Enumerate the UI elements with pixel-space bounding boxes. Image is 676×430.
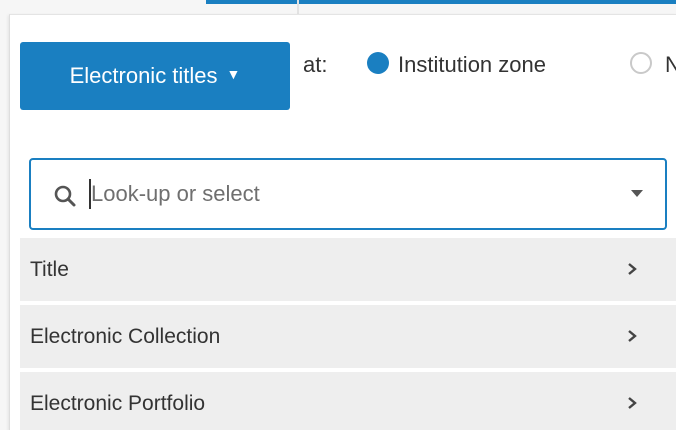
option-label: Electronic Collection — [30, 324, 221, 348]
option-label: Electronic Portfolio — [30, 391, 206, 415]
option-label: Title — [30, 257, 69, 281]
search-input[interactable] — [91, 174, 611, 214]
search-location-label: at: — [303, 52, 328, 77]
institution-zone-label[interactable]: Institution zone — [398, 52, 546, 78]
caret-down-icon: ▼ — [226, 66, 241, 82]
option-title[interactable]: Title — [20, 237, 676, 301]
option-electronic-collection[interactable]: Electronic Collection — [20, 304, 676, 368]
option-electronic-portfolio[interactable]: Electronic Portfolio — [20, 371, 676, 430]
chevron-right-icon — [628, 330, 637, 342]
search-field-select[interactable] — [29, 158, 667, 230]
search-field-options: Title Electronic Collection Electronic P… — [20, 237, 676, 430]
search-scope-dropdown-button[interactable]: Electronic titles ▼ — [20, 42, 290, 110]
chevron-right-icon — [628, 263, 637, 275]
network-zone-label[interactable]: N — [665, 52, 676, 78]
tab-strip — [0, 0, 676, 14]
search-scope-label: Electronic titles — [69, 63, 218, 88]
active-tab-indicator — [206, 0, 676, 4]
institution-zone-radio[interactable] — [367, 52, 389, 74]
network-zone-radio[interactable] — [630, 52, 652, 74]
chevron-right-icon — [628, 397, 637, 409]
search-icon — [54, 185, 76, 207]
chevron-down-icon[interactable] — [631, 190, 643, 197]
search-panel: Electronic titles ▼ at: Institution zone… — [0, 0, 676, 430]
tab-divider — [297, 0, 299, 14]
